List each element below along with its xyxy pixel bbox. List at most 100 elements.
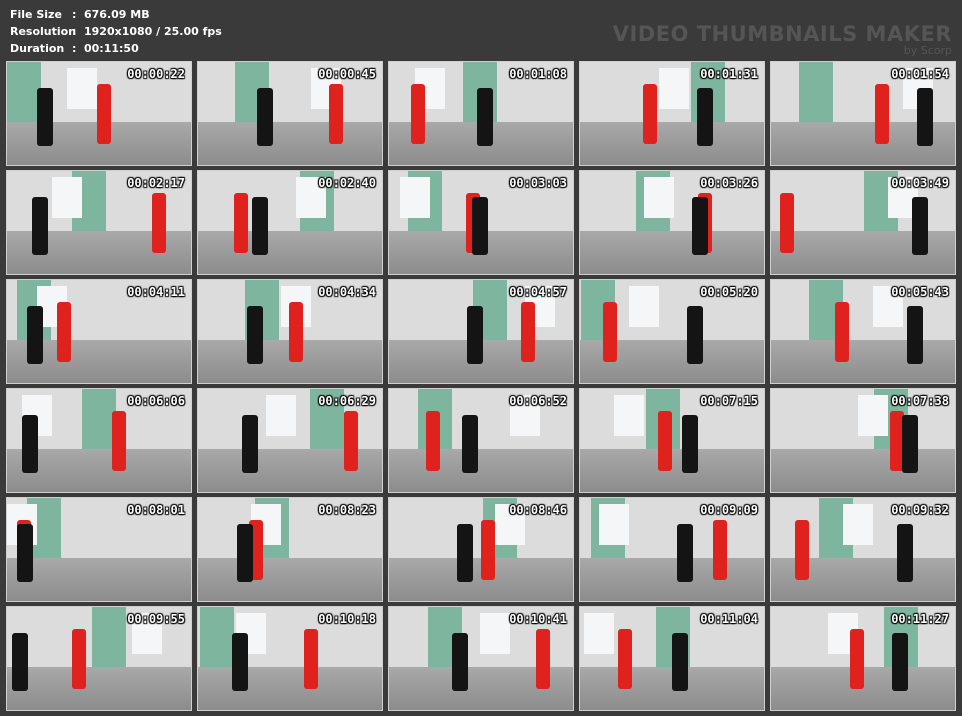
thumbnail: 00:11:04 [579, 606, 765, 711]
thumbnail-timestamp: 00:03:49 [891, 176, 949, 190]
scene-window [480, 613, 510, 655]
scene-floor [580, 557, 764, 601]
thumbnail: 00:03:49 [770, 170, 956, 275]
scene-figure-red [643, 84, 657, 144]
scene-figure-black [902, 415, 918, 473]
thumbnail: 00:00:45 [197, 61, 383, 166]
scene-figure-red [521, 302, 535, 362]
scene-floor [580, 448, 764, 492]
thumbnail: 00:10:41 [388, 606, 574, 711]
thumbnail-timestamp: 00:07:15 [700, 394, 758, 408]
scene-figure-red [112, 411, 126, 471]
thumbnail: 00:01:54 [770, 61, 956, 166]
thumbnail: 00:06:06 [6, 388, 192, 493]
scene-figure-black [907, 306, 923, 364]
thumbnail: 00:03:03 [388, 170, 574, 275]
scene-wall-panel [7, 62, 41, 122]
scene-figure-red [426, 411, 440, 471]
scene-floor [198, 557, 382, 601]
thumbnail: 00:08:01 [6, 497, 192, 602]
scene-figure-black [237, 524, 253, 582]
thumbnail-timestamp: 00:03:03 [509, 176, 567, 190]
thumbnail-timestamp: 00:09:55 [127, 612, 185, 626]
thumbnail-timestamp: 00:10:18 [318, 612, 376, 626]
thumbnail-timestamp: 00:00:45 [318, 67, 376, 81]
scene-floor [580, 230, 764, 274]
scene-figure-red [234, 193, 248, 253]
scene-figure-red [536, 629, 550, 689]
scene-figure-black [252, 197, 268, 255]
scene-floor [771, 339, 955, 383]
thumbnail-timestamp: 00:07:38 [891, 394, 949, 408]
thumbnail-timestamp: 00:04:11 [127, 285, 185, 299]
scene-figure-black [32, 197, 48, 255]
scene-figure-red [795, 520, 809, 580]
thumbnail: 00:01:08 [388, 61, 574, 166]
scene-figure-black [242, 415, 258, 473]
scene-figure-black [697, 88, 713, 146]
thumbnail: 00:01:31 [579, 61, 765, 166]
thumbnail: 00:09:32 [770, 497, 956, 602]
scene-figure-red [603, 302, 617, 362]
scene-figure-black [462, 415, 478, 473]
thumbnail-timestamp: 00:08:23 [318, 503, 376, 517]
scene-figure-red [304, 629, 318, 689]
thumbnail-grid: 00:00:22 00:00:45 00:01:08 00:01:31 00:01:54… [0, 0, 962, 716]
scene-figure-black [247, 306, 263, 364]
thumbnail: 00:06:29 [197, 388, 383, 493]
scene-figure-red [329, 84, 343, 144]
thumbnail-timestamp: 00:09:32 [891, 503, 949, 517]
thumbnail: 00:05:43 [770, 279, 956, 384]
thumbnail-timestamp: 00:01:08 [509, 67, 567, 81]
thumbnail-timestamp: 00:02:40 [318, 176, 376, 190]
thumbnail: 00:08:46 [388, 497, 574, 602]
scene-figure-red [780, 193, 794, 253]
thumbnail: 00:07:15 [579, 388, 765, 493]
scene-figure-black [677, 524, 693, 582]
scene-floor [771, 448, 955, 492]
scene-window [843, 504, 873, 546]
thumbnail: 00:09:55 [6, 606, 192, 711]
scene-window [400, 177, 430, 219]
thumbnail-timestamp: 00:06:52 [509, 394, 567, 408]
scene-figure-black [672, 633, 688, 691]
scene-wall-panel [82, 389, 116, 449]
thumbnail-timestamp: 00:01:54 [891, 67, 949, 81]
scene-figure-black [467, 306, 483, 364]
scene-floor [7, 557, 191, 601]
scene-window [584, 613, 614, 655]
scene-window [52, 177, 82, 219]
scene-window [67, 68, 97, 110]
scene-figure-red [72, 629, 86, 689]
thumbnail: 00:04:34 [197, 279, 383, 384]
scene-floor [198, 666, 382, 710]
scene-figure-black [232, 633, 248, 691]
scene-window [644, 177, 674, 219]
scene-wall-panel [200, 607, 234, 667]
scene-floor [198, 121, 382, 165]
thumbnail: 00:04:11 [6, 279, 192, 384]
scene-figure-black [692, 197, 708, 255]
thumbnail: 00:07:38 [770, 388, 956, 493]
thumbnail-timestamp: 00:10:41 [509, 612, 567, 626]
scene-figure-black [687, 306, 703, 364]
scene-window [858, 395, 888, 437]
scene-figure-red [57, 302, 71, 362]
thumbnail: 00:06:52 [388, 388, 574, 493]
scene-figure-black [472, 197, 488, 255]
scene-figure-red [850, 629, 864, 689]
scene-floor [7, 666, 191, 710]
scene-figure-black [477, 88, 493, 146]
thumbnail: 00:08:23 [197, 497, 383, 602]
thumbnail: 00:02:17 [6, 170, 192, 275]
scene-figure-red [411, 84, 425, 144]
scene-figure-black [27, 306, 43, 364]
scene-wall-panel [92, 607, 126, 667]
scene-floor [580, 121, 764, 165]
scene-figure-red [618, 629, 632, 689]
thumbnail-timestamp: 00:05:20 [700, 285, 758, 299]
thumbnail-timestamp: 00:11:04 [700, 612, 758, 626]
thumbnail-timestamp: 00:11:27 [891, 612, 949, 626]
scene-figure-black [917, 88, 933, 146]
thumbnail-timestamp: 00:01:31 [700, 67, 758, 81]
